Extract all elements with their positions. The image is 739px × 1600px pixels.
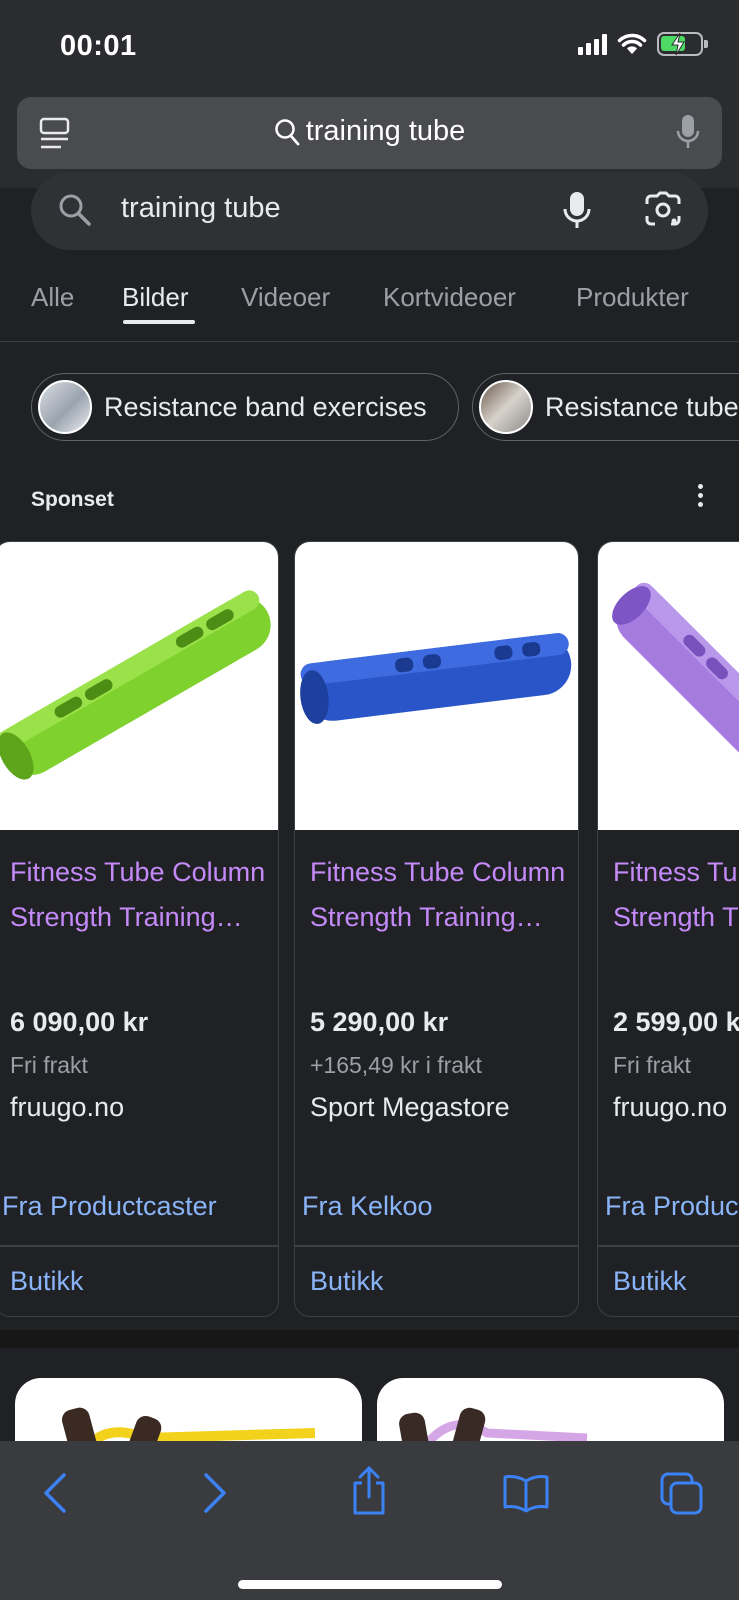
- status-icons: [578, 32, 708, 56]
- product-shipping: +165,49 kr i frakt: [310, 1052, 482, 1078]
- bookmarks-icon[interactable]: [502, 1473, 550, 1513]
- google-lens-icon[interactable]: [644, 190, 682, 230]
- chip-label: Resistance band exercises: [104, 391, 427, 422]
- microphone-icon[interactable]: [676, 113, 700, 151]
- sponsored-label: Sponset: [31, 488, 114, 511]
- product-carousel: Fitness Tube Column Strength Training… 6…: [0, 541, 739, 1319]
- more-options-icon[interactable]: [698, 484, 706, 511]
- product-image: [598, 542, 739, 830]
- tab-videoer[interactable]: Videoer: [241, 282, 330, 313]
- product-store: fruugo.no: [613, 1092, 728, 1122]
- search-query[interactable]: training tube: [121, 192, 281, 225]
- product-image: [0, 542, 278, 830]
- product-card[interactable]: Fitness Tube Column Strength Training… 5…: [294, 541, 579, 1317]
- home-indicator: [238, 1580, 502, 1589]
- product-title[interactable]: Fitness Tube Column Strength Training…: [613, 850, 739, 940]
- product-title[interactable]: Fitness Tube Column Strength Training…: [310, 850, 570, 940]
- voice-search-icon[interactable]: [562, 190, 592, 230]
- product-source[interactable]: Fra Kelkoo: [302, 1191, 433, 1222]
- product-store: Sport Megastore: [310, 1092, 510, 1122]
- wifi-icon: [617, 33, 647, 54]
- back-icon[interactable]: [40, 1471, 72, 1515]
- product-shipping: Fri frakt: [10, 1052, 88, 1078]
- product-source[interactable]: Fra Productcaster: [2, 1191, 217, 1222]
- cellular-signal-icon: [578, 33, 607, 55]
- battery-charging-icon: [657, 32, 708, 56]
- product-source[interactable]: Fra Productcaster: [605, 1191, 739, 1222]
- google-search-bar[interactable]: training tube: [31, 172, 708, 250]
- tab-bilder[interactable]: Bilder: [122, 282, 188, 313]
- tabs-icon[interactable]: [659, 1471, 705, 1517]
- section-separator: [0, 1330, 739, 1348]
- product-store: fruugo.no: [10, 1092, 125, 1122]
- chip-resistance-tube[interactable]: Resistance tube: [472, 373, 739, 441]
- product-price: 6 090,00 kr: [10, 1007, 149, 1037]
- product-card[interactable]: Fitness Tube Column Strength Training… 6…: [0, 541, 279, 1317]
- card-divider: [598, 1245, 739, 1247]
- product-title[interactable]: Fitness Tube Column Strength Training…: [10, 850, 270, 940]
- product-price: 5 290,00 kr: [310, 1007, 449, 1037]
- active-tab-indicator: [123, 320, 195, 324]
- product-price: 2 599,00 kr: [613, 1007, 739, 1037]
- address-content: training tube: [17, 115, 722, 148]
- product-shipping: Fri frakt: [613, 1052, 691, 1078]
- chip-label: Resistance tube: [545, 391, 739, 422]
- product-image: [295, 542, 578, 830]
- tab-produkter[interactable]: Produkter: [576, 282, 689, 313]
- share-icon[interactable]: [349, 1465, 389, 1517]
- card-divider: [0, 1245, 278, 1247]
- card-divider: [295, 1245, 578, 1247]
- search-icon: [274, 118, 300, 145]
- forward-icon[interactable]: [198, 1471, 230, 1515]
- shop-button[interactable]: Butikk: [613, 1266, 687, 1297]
- shop-button[interactable]: Butikk: [310, 1266, 384, 1297]
- chip-thumbnail: [479, 380, 533, 434]
- tab-kortvideoer[interactable]: Kortvideoer: [383, 282, 516, 313]
- status-bar: 00:01: [0, 0, 739, 90]
- tab-alle[interactable]: Alle: [31, 282, 74, 313]
- chip-resistance-band-exercises[interactable]: Resistance band exercises: [31, 373, 459, 441]
- search-tabs: Alle Bilder Videoer Kortvideoer Produkte…: [0, 270, 739, 342]
- chip-thumbnail: [38, 380, 92, 434]
- browser-toolbar: [0, 1441, 739, 1600]
- status-time: 00:01: [60, 30, 137, 62]
- search-icon: [59, 194, 91, 226]
- address-bar[interactable]: training tube: [17, 97, 722, 169]
- address-text: training tube: [305, 115, 466, 147]
- related-searches: Resistance band exercises Resistance tub…: [0, 373, 739, 443]
- product-card[interactable]: Fitness Tube Column Strength Training… 2…: [597, 541, 739, 1317]
- shop-button[interactable]: Butikk: [10, 1266, 84, 1297]
